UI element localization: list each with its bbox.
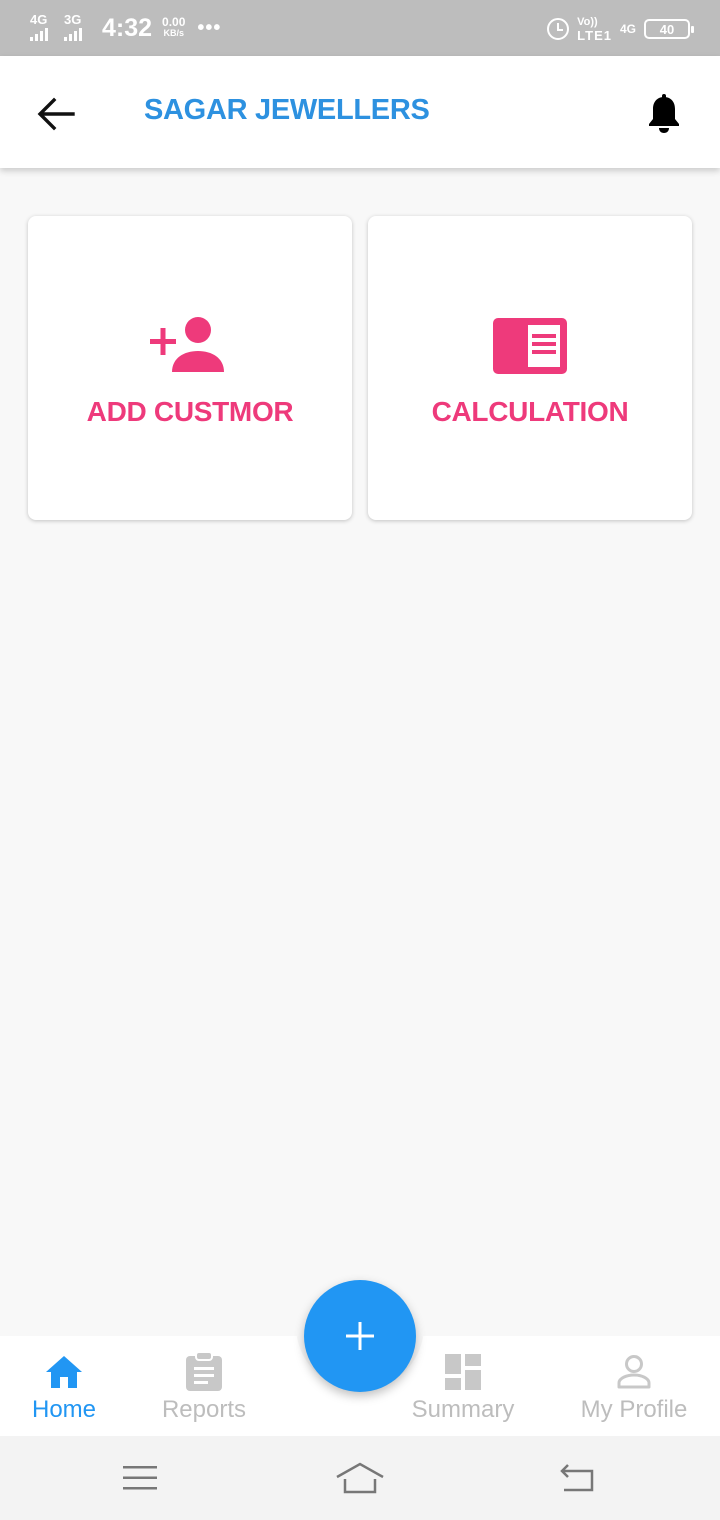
dashboard-icon [445,1354,481,1390]
system-menu-button[interactable] [110,1458,170,1498]
person-outline-icon [617,1355,651,1389]
nav-label-home: Home [31,1396,97,1423]
home-icon [46,1356,82,1388]
menu-icon [123,1466,157,1490]
add-customer-label: ADD CUSTMOR [86,396,294,427]
calculation-label: CALCULATION [431,396,629,427]
system-home-button[interactable] [330,1458,390,1498]
arrow-back-icon [37,97,75,131]
system-navigation-bar [0,1436,720,1520]
signal-4g-icon: 4G [30,13,56,43]
clipboard-icon [186,1352,222,1391]
lte-label: LTE1 [577,28,612,43]
nav-item-my-profile[interactable]: My Profile [572,1352,696,1432]
status-time: 4:32 [102,13,153,42]
add-fab-button[interactable] [304,1280,416,1392]
bell-icon [649,94,679,133]
nav-label-reports: Reports [161,1396,247,1423]
volte-indicator: Vo)) LTE1 [577,16,612,42]
alarm-icon [547,18,570,40]
network-type-2: 3G [64,12,82,27]
back-button[interactable] [32,90,80,138]
calculation-card[interactable]: CALCULATION [368,216,692,520]
network-speed: 0.00 KB/s [162,15,186,39]
network-speed-unit: KB/s [163,28,184,38]
chrome-reader-mode-icon [493,318,567,374]
battery-icon: 40 [644,19,694,39]
network-speed-value: 0.00 [162,15,186,29]
back-icon [560,1464,594,1492]
person-add-icon [150,317,224,372]
nav-item-home[interactable]: Home [14,1352,114,1432]
network-type-3: 4G [619,22,636,36]
nav-item-summary[interactable]: Summary [404,1352,522,1432]
notifications-button[interactable] [642,90,686,138]
page-title: SAGAR JEWELLERS [144,94,430,126]
nav-label-summary: Summary [411,1396,515,1423]
nav-item-reports[interactable]: Reports [154,1352,254,1432]
nav-label-my-profile: My Profile [580,1396,688,1423]
add-customer-card[interactable]: ADD CUSTMOR [28,216,352,520]
status-bar: 4G 3G 4:32 0.00 KB/s ••• Vo)) LTE1 4G 40 [0,0,720,56]
battery-level: 40 [659,21,675,37]
network-type-1: 4G [30,12,48,27]
system-back-button[interactable] [548,1458,608,1498]
app-bar: SAGAR JEWELLERS [0,56,720,168]
more-notifications-icon: ••• [197,16,222,39]
signal-3g-icon: 3G [64,13,90,43]
home-outline-icon [336,1462,384,1494]
plus-icon [346,1322,374,1350]
